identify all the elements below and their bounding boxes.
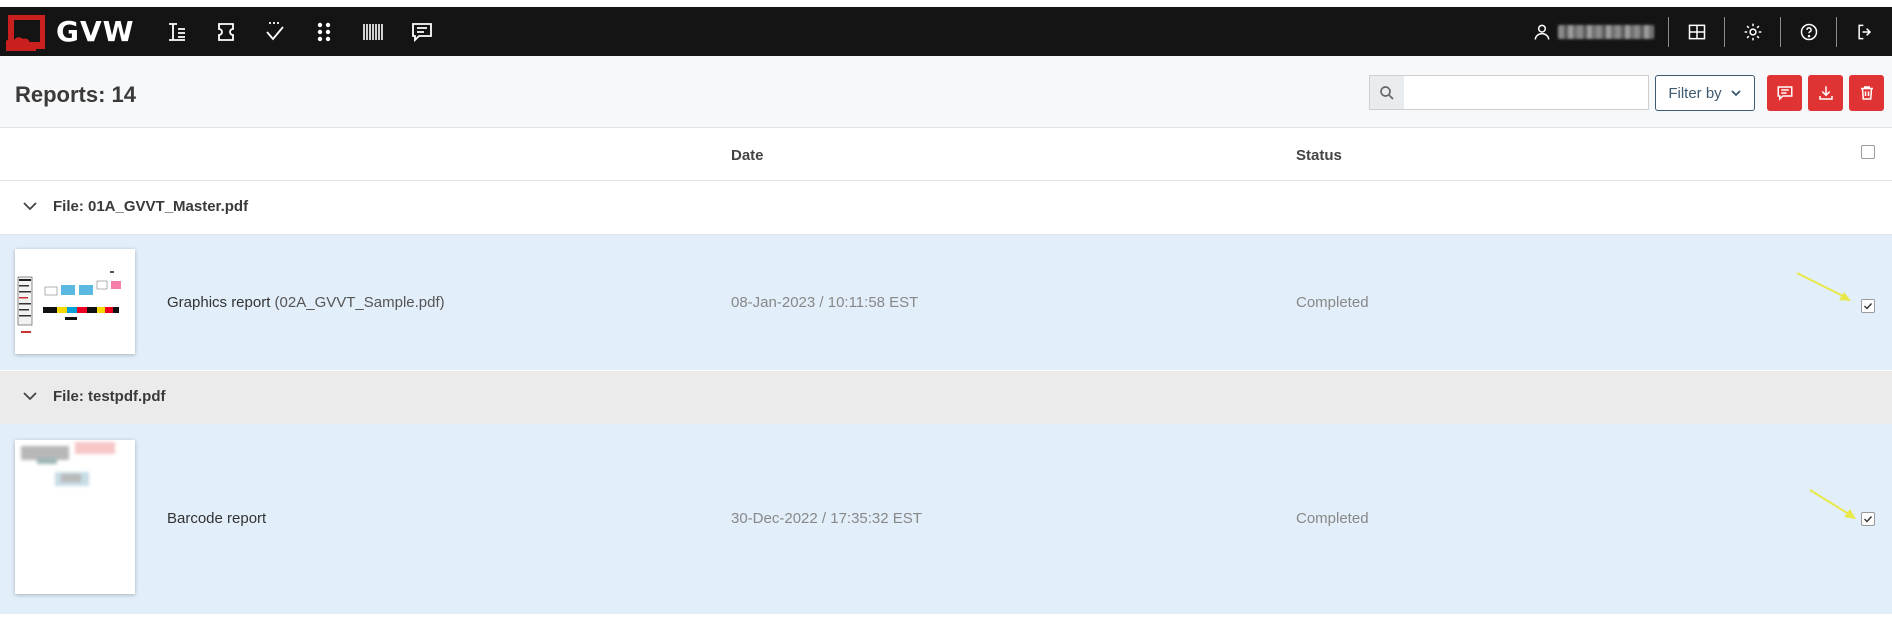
row-checkbox[interactable] [1861, 512, 1875, 526]
column-header-status[interactable]: Status [1296, 147, 1342, 164]
annotation-arrow [1809, 489, 1856, 519]
help-icon[interactable] [1781, 7, 1836, 56]
file-group-row[interactable]: File: testpdf.pdf [0, 371, 1892, 424]
report-file: (02A_GVVT_Sample.pdf) [274, 294, 445, 311]
search-input[interactable] [1404, 76, 1648, 109]
select-all-checkbox[interactable] [1861, 145, 1875, 159]
chevron-down-icon [1731, 90, 1741, 97]
report-thumbnail[interactable] [15, 249, 135, 354]
search-icon[interactable] [1370, 76, 1404, 109]
comment-icon[interactable] [398, 7, 447, 56]
reports-header: Reports: 14 Filter by [0, 56, 1892, 128]
spellcheck-icon[interactable] [251, 7, 300, 56]
layout-grid-icon[interactable] [1669, 7, 1724, 56]
logo[interactable]: GVW [6, 13, 135, 51]
logo-text: GVW [56, 15, 135, 48]
report-type: Barcode report [167, 510, 267, 527]
logout-icon[interactable] [1837, 7, 1892, 56]
delete-button[interactable] [1849, 75, 1884, 111]
add-comment-button[interactable] [1767, 75, 1802, 111]
file-group-label: File: testpdf.pdf [53, 388, 166, 405]
user-icon [1534, 24, 1550, 40]
report-status: Completed [1296, 510, 1369, 527]
table-row[interactable]: Barcode report 30-Dec-2022 / 17:35:32 ES… [0, 424, 1892, 614]
barcode-icon[interactable] [349, 7, 398, 56]
file-group-label: File: 01A_GVVT_Master.pdf [53, 198, 249, 215]
chevron-down-icon[interactable] [21, 387, 39, 405]
logo-mark-icon [6, 13, 47, 51]
user-name-redacted [1558, 24, 1654, 39]
user-menu[interactable] [1532, 22, 1654, 42]
file-group-row[interactable]: File: 01A_GVVT_Master.pdf [0, 181, 1892, 235]
text-align-icon[interactable] [153, 7, 202, 56]
top-nav-bar: GVW [0, 7, 1892, 56]
search-box [1369, 75, 1649, 110]
download-button[interactable] [1808, 75, 1843, 111]
chevron-down-icon[interactable] [21, 197, 39, 215]
row-checkbox[interactable] [1861, 299, 1875, 313]
report-status: Completed [1296, 294, 1369, 311]
report-type: Graphics report [167, 294, 271, 311]
page-title: Reports: 14 [15, 82, 137, 107]
gear-icon[interactable] [1725, 7, 1780, 56]
report-name[interactable]: Graphics report (02A_GVVT_Sample.pdf) [167, 294, 445, 311]
report-name[interactable]: Barcode report [167, 510, 266, 527]
annotation-arrow [1796, 272, 1851, 301]
table-header: Date Status [0, 128, 1892, 181]
ticket-icon[interactable] [202, 7, 251, 56]
filter-by-dropdown[interactable]: Filter by [1655, 75, 1755, 111]
trash-icon [1860, 86, 1873, 100]
comment-icon [1777, 86, 1792, 101]
report-date: 08-Jan-2023 / 10:11:58 EST [731, 294, 919, 311]
download-icon [1818, 86, 1833, 100]
report-thumbnail[interactable] [15, 440, 135, 594]
filter-by-label: Filter by [1668, 84, 1722, 102]
column-header-date[interactable]: Date [731, 147, 764, 164]
dots-grid-icon[interactable] [300, 7, 349, 56]
table-row[interactable]: Graphics report (02A_GVVT_Sample.pdf) 08… [0, 235, 1892, 370]
report-date: 30-Dec-2022 / 17:35:32 EST [731, 510, 922, 527]
